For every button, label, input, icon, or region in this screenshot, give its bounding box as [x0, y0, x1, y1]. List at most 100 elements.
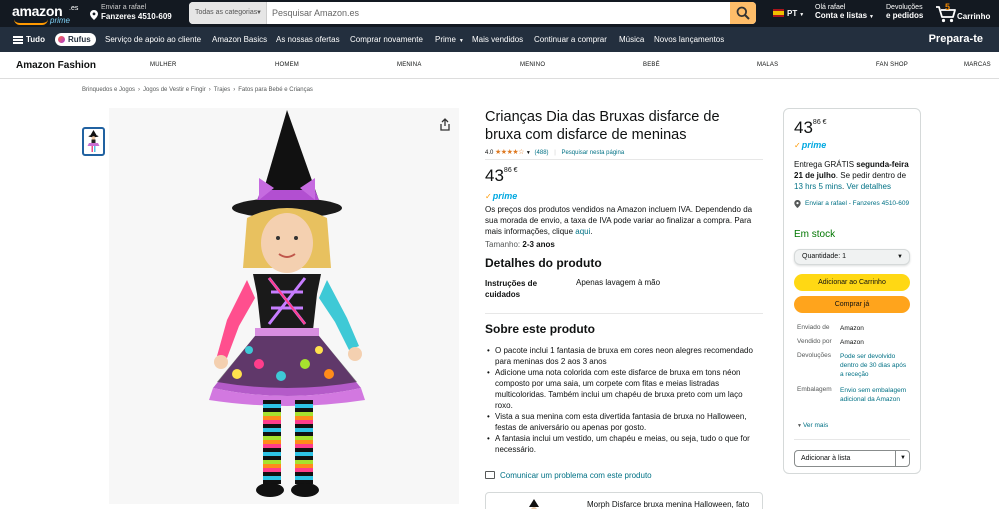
witch-costume-illustration	[209, 110, 365, 497]
breadcrumb-item[interactable]: Fatos para Bebé e Crianças	[238, 87, 313, 93]
category-baby[interactable]: BEBÉ	[643, 62, 660, 68]
feature-bullets: O pacote inclui 1 fantasia de bruxa em c…	[485, 345, 757, 455]
hamburger-icon[interactable]	[13, 36, 23, 44]
rufus-icon	[58, 36, 65, 43]
returns-policy-link[interactable]: Pode ser devolvido dentro de 30 dias apó…	[840, 352, 910, 379]
category-girl[interactable]: MENINA	[397, 62, 422, 68]
feature-bullet: Adicione uma nota colorida com este disf…	[485, 367, 757, 411]
category-brand[interactable]: Amazon Fashion	[16, 60, 96, 71]
nav-item-new-releases[interactable]: Novos lançamentos	[654, 35, 724, 44]
orders-line1: Devoluções	[886, 4, 923, 11]
meta-value: Amazon	[840, 339, 864, 346]
delivery-pre: Entrega GRÁTIS	[794, 160, 857, 169]
check-icon: ✓	[485, 192, 492, 201]
add-to-list-button[interactable]: Adicionar à lista ▼	[794, 450, 910, 467]
chevron-down-icon[interactable]: ▼	[526, 150, 531, 156]
chevron-down-icon: ▼	[797, 423, 802, 429]
rufus-button[interactable]: Rufus	[55, 33, 96, 46]
nav-item-best-sellers[interactable]: Mais vendidos	[472, 35, 523, 44]
category-fan-shop[interactable]: FAN SHOP	[876, 62, 908, 68]
price-fraction: 86	[503, 167, 512, 174]
add-to-cart-button[interactable]: Adicionar ao Carrinho	[794, 274, 910, 291]
cart-count: 5	[945, 2, 951, 12]
returns-orders[interactable]: Devoluções e pedidos	[886, 4, 923, 20]
quantity-select[interactable]: Quantidade: 1 ▼	[794, 249, 910, 265]
iva-notice: Os preços dos produtos vendidos na Amazo…	[485, 204, 755, 237]
rating-stars[interactable]: ★★★★☆	[495, 149, 524, 156]
witch-costume-thumbnail	[87, 130, 100, 152]
packaging-link[interactable]: Envio sem embalagem adicional da Amazon	[840, 386, 912, 404]
category-men[interactable]: HOMEM	[275, 62, 299, 68]
breadcrumb-separator: ›	[138, 87, 141, 93]
category-brands[interactable]: MARCAS	[964, 62, 991, 68]
meta-key: Embalagem	[797, 386, 832, 393]
category-boy[interactable]: MENINO	[520, 62, 545, 68]
nav-item-keep-shopping[interactable]: Continuar a comprar	[534, 35, 607, 44]
about-heading: Sobre este produto	[485, 322, 596, 336]
search-page-link[interactable]: Pesquisar nesta página	[561, 150, 624, 156]
price-whole: 43	[485, 166, 504, 185]
breadcrumb-item[interactable]: Jogos de Vestir e Fingir	[143, 87, 206, 93]
nav-all[interactable]: Tudo	[26, 35, 45, 44]
chevron-down-icon: ▼	[897, 254, 903, 260]
category-women[interactable]: MULHER	[150, 62, 177, 68]
report-problem-link[interactable]: Comunicar um problema com este produto	[485, 471, 652, 480]
quantity-label: Quantidade:	[802, 253, 841, 260]
buybox-prime-badge: ✓prime	[794, 140, 826, 150]
amazon-logo[interactable]: amazon .es prime	[12, 3, 78, 25]
ship-to-link[interactable]: Enviar a rafael - Fanzeres 4510-609	[794, 199, 916, 209]
product-main-image[interactable]	[109, 108, 459, 504]
nav-item-prime-label: Prime	[435, 35, 456, 44]
meta-value: Amazon	[840, 325, 864, 332]
prime-label: prime	[492, 191, 518, 201]
iva-link[interactable]: aqui	[575, 227, 590, 236]
nav-item-amazon-basics[interactable]: Amazon Basics	[212, 35, 267, 44]
buy-now-button[interactable]: Comprar já	[794, 296, 910, 313]
nav-item-buy-again[interactable]: Comprar novamente	[350, 35, 423, 44]
detail-value: Apenas lavagem à mão	[576, 278, 661, 287]
chevron-down-icon: ▼	[256, 10, 262, 16]
gallery-thumbnail[interactable]	[82, 127, 105, 156]
split-divider	[895, 451, 896, 466]
breadcrumb-item[interactable]: Trajes	[214, 87, 230, 93]
see-more-link[interactable]: ▼Ver mais	[797, 422, 828, 429]
buybox-price-whole: 43	[794, 118, 813, 137]
report-label: Comunicar um problema com este produto	[500, 471, 652, 480]
meta-key: Vendido por	[797, 338, 832, 345]
logo-prime: prime	[50, 16, 71, 25]
product-title: Crianças Dia das Bruxas disfarce de brux…	[485, 109, 720, 143]
chevron-down-icon: ▼	[458, 38, 464, 44]
breadcrumb-item[interactable]: Brinquedos e Jogos	[82, 87, 135, 93]
nav-item-customer-service[interactable]: Serviço de apoio ao cliente	[105, 35, 201, 44]
search-button[interactable]	[730, 2, 756, 24]
sub-nav: Tudo Rufus Serviço de apoio ao cliente A…	[0, 27, 999, 52]
prime-badge: ✓prime	[485, 191, 517, 201]
account-greeting: Olá rafael	[815, 4, 846, 11]
category-bags[interactable]: MALAS	[757, 62, 778, 68]
nav-item-deals[interactable]: As nossas ofertas	[276, 35, 340, 44]
nav-item-prime[interactable]: Prime ▼	[435, 35, 464, 44]
account-label: Conta e listas	[815, 11, 868, 20]
rating-count-link[interactable]: (488)	[535, 150, 549, 156]
feature-bullet: A fantasia inclui um vestido, um chapéu …	[485, 433, 757, 455]
cart-button[interactable]: 5 Carrinho	[935, 2, 995, 24]
rufus-label: Rufus	[68, 35, 91, 44]
nav-item-music[interactable]: Música	[619, 35, 644, 44]
account-menu[interactable]: Olá rafael Conta e listas ▼	[815, 4, 874, 20]
delivery-details-link[interactable]: Ver detalhes	[846, 182, 890, 191]
deliver-to[interactable]: Enviar a rafael Fanzeres 4510-609	[90, 4, 182, 24]
language-selector[interactable]: PT ▼	[773, 9, 804, 18]
promo-link[interactable]: Prepara-te	[929, 33, 983, 45]
divider	[485, 159, 763, 160]
search-category-select[interactable]: Todas as categorias ▼	[189, 2, 267, 24]
detail-key: Instruções de cuidados	[485, 279, 538, 299]
related-product-card[interactable]: Morph Disfarce bruxa menina Halloween, f…	[485, 492, 763, 509]
search-category-label: Todas as categorias	[195, 9, 258, 16]
divider: |	[554, 150, 556, 156]
search-input[interactable]	[267, 2, 730, 24]
chevron-down-icon[interactable]: ▼	[900, 451, 906, 466]
logo-tld: .es	[69, 5, 79, 12]
share-icon[interactable]	[439, 118, 451, 131]
buybox-price-currency: €	[822, 119, 827, 126]
meta-key: Devoluções	[797, 352, 831, 359]
